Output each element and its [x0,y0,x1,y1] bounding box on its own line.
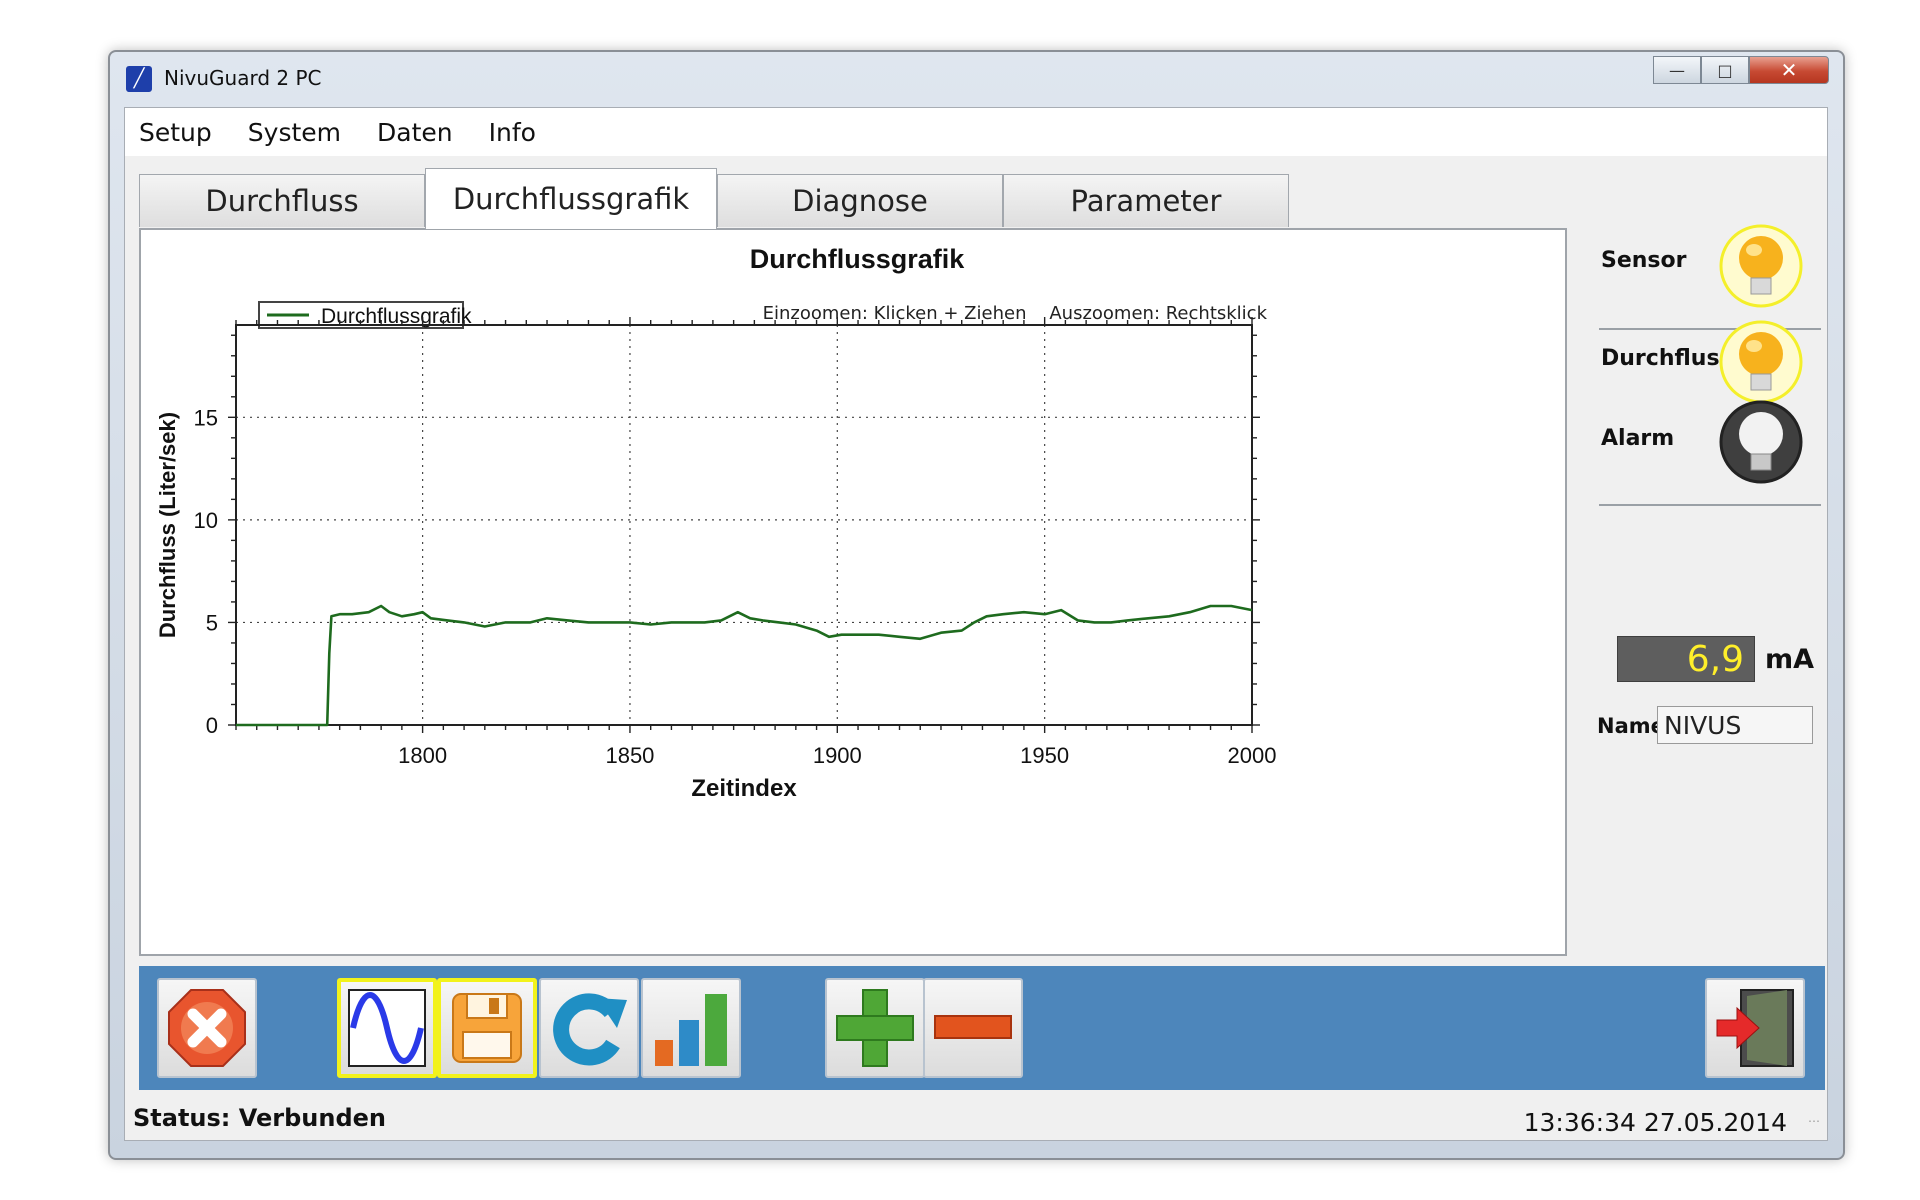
zoom-hint: Einzoomen: Klicken + Ziehen Auszoomen: R… [763,303,1268,324]
stop-button[interactable] [157,978,257,1078]
stop-icon [168,989,246,1067]
y-axis-label: Durchfluss (Liter/sek) [155,412,180,638]
live-graph-button[interactable] [337,978,437,1078]
exit-button[interactable] [1705,978,1805,1078]
chart-title: Durchflussgrafik [750,244,966,274]
tab-durchflussgrafik[interactable]: Durchflussgrafik [425,168,717,229]
maximize-button[interactable]: □ [1701,56,1749,84]
minimize-button[interactable]: — [1653,56,1701,84]
exit-door-icon [1716,989,1794,1067]
y-tick-label: 15 [194,405,218,430]
save-button[interactable] [437,978,537,1078]
client-area: Setup System Daten Info Durchfluss Durch… [124,107,1828,1141]
bar-chart-icon [655,994,727,1066]
x-tick-label: 1850 [605,743,654,768]
flow-chart[interactable]: Durchflussgrafik Durchflussgrafik Einzoo… [141,230,1565,954]
status-side-panel: Sensor Durchfluss Alarm 6,9 mA Name NIVU… [1581,218,1821,958]
grid-lines [236,325,1253,725]
app-icon: ╱ [126,66,152,92]
flow-lamp-icon [1719,320,1803,404]
flow-series-line [236,604,1253,727]
statistics-button[interactable] [641,978,741,1078]
status-datetime: 13:36:34 27.05.2014 [1523,1108,1787,1137]
window-controls: — □ ✕ [1653,56,1829,84]
status-bar: Status: Verbunden 13:36:34 27.05.2014 ⋯ [125,1094,1827,1140]
menu-system[interactable]: System [248,118,341,147]
name-input[interactable] [1657,706,1813,744]
save-disk-icon [452,993,522,1063]
plot-area [235,324,1253,726]
connection-status: Status: Verbunden [133,1104,387,1132]
x-tick-label: 2000 [1228,743,1277,768]
flow-label: Durchfluss [1601,346,1733,371]
zoom-out-button[interactable] [923,978,1023,1078]
side-divider [1599,504,1821,506]
plus-icon [836,989,914,1067]
name-label: Name [1597,714,1665,738]
series-layer [236,604,1253,727]
x-axis-label: Zeitindex [691,775,797,802]
zoom-in-button[interactable] [825,978,925,1078]
menu-info[interactable]: Info [489,118,536,147]
menu-setup[interactable]: Setup [139,118,212,147]
y-tick-label: 5 [206,610,218,635]
resize-grip[interactable]: ⋯ [1808,1114,1821,1128]
x-tick-label: 1800 [398,743,447,768]
refresh-button[interactable] [539,978,639,1078]
window-title: NivuGuard 2 PC [164,66,322,90]
alarm-lamp-icon [1719,400,1803,484]
refresh-icon [553,993,627,1066]
tick-labels: 1800 1850 1900 1950 2000 0 5 10 15 [194,405,1277,768]
sine-wave-icon [348,989,426,1067]
x-tick-label: 1900 [813,743,862,768]
chart-panel: Durchflussgrafik Durchflussgrafik Einzoo… [139,228,1567,956]
tab-diagnose[interactable]: Diagnose [717,174,1003,227]
x-tick-label: 1950 [1020,743,1069,768]
sensor-lamp-icon [1719,224,1803,308]
y-tick-label: 0 [206,713,218,738]
current-display: 6,9 [1617,636,1755,682]
menu-bar: Setup System Daten Info [125,108,1827,156]
tab-parameter[interactable]: Parameter [1003,174,1289,227]
axis-ticks [228,317,1260,733]
current-unit: mA [1765,644,1815,675]
menu-daten[interactable]: Daten [377,118,453,147]
app-window: ╱ NivuGuard 2 PC — □ ✕ Setup System Date… [108,50,1845,1160]
toolbar [139,966,1825,1090]
y-tick-label: 10 [194,508,218,533]
alarm-label: Alarm [1601,426,1675,451]
minus-icon [934,1015,1012,1039]
sensor-label: Sensor [1601,248,1687,273]
close-button[interactable]: ✕ [1749,56,1829,84]
tab-durchfluss[interactable]: Durchfluss [139,174,425,227]
title-bar[interactable]: ╱ NivuGuard 2 PC — □ ✕ [110,52,1843,104]
